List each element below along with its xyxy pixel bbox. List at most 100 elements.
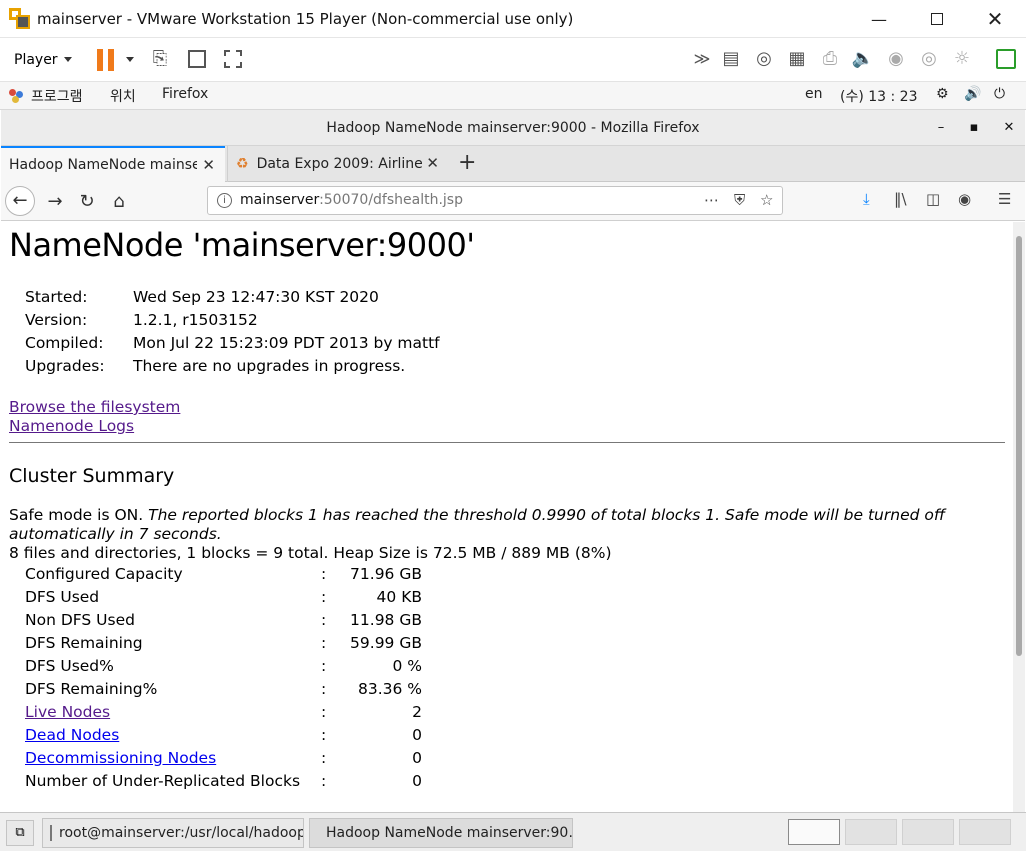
fullscreen-icon[interactable] [185,47,209,71]
sound-card-icon[interactable]: 🔈 [851,47,875,71]
navigation-toolbar: ← → ↻ ⌂ i mainserver:50070/dfshealth.jsp… [1,182,1025,221]
workspace-4[interactable] [959,819,1011,845]
sidebar-icon[interactable]: ◫ [926,190,940,208]
close-icon[interactable]: ✕ [966,0,1024,38]
page-content: NameNode 'mainserver:9000' Started: Wed … [1,222,1013,812]
browse-filesystem-link[interactable]: Browse the filesystem [9,398,180,416]
pause-dropdown-icon[interactable] [126,57,134,62]
summary-value: 0 [412,726,422,744]
summary-colon: : [321,657,327,675]
applications-icon [9,89,23,103]
info-key: Compiled: [25,334,104,352]
tab-close-icon[interactable]: ✕ [426,154,439,172]
hard-disk-icon[interactable]: ▤ [719,47,743,71]
forward-arrows-icon[interactable]: ≫ [690,47,714,71]
summary-row: Decommissioning Nodes: 0 [25,749,435,772]
info-value: 1.2.1, r1503152 [133,311,258,329]
forward-arrow-icon[interactable]: → [41,188,69,216]
taskbar-firefox-label: Hadoop NameNode mainserver:90… [326,825,573,841]
info-value: There are no upgrades in progress. [133,357,406,375]
volume-icon[interactable]: 🔊 [964,86,981,102]
site-info-icon[interactable]: i [217,193,232,208]
downloads-icon[interactable]: ⤓ [863,190,870,208]
ff-close-icon[interactable]: ✕ [999,110,1019,146]
scrollbar-thumb[interactable] [1016,236,1022,656]
tab-data-expo[interactable]: ♻ Data Expo 2009: Airline o ✕ [227,146,449,182]
menu-places[interactable]: 위치 [110,86,136,106]
menu-icon[interactable]: ☰ [998,190,1011,208]
info-key: Upgrades: [25,357,105,375]
info-key: Version: [25,311,88,329]
library-icon[interactable]: ‖\ [894,190,907,208]
power-icon[interactable]: ⏻ [994,86,1005,102]
usb-icon[interactable]: ◎ [917,47,941,71]
printer-icon[interactable]: ⎙ [818,47,842,71]
account-icon[interactable]: ◉ [958,190,971,208]
bookmark-star-icon[interactable]: ☆ [760,191,773,209]
network-icon[interactable]: ⚙ [936,86,949,102]
summary-link[interactable]: Dead Nodes [25,726,119,744]
summary-key-cell: DFS Remaining [25,634,143,652]
summary-key-cell: DFS Used [25,588,99,606]
unity-icon[interactable] [221,47,245,71]
notes-icon[interactable] [994,47,1018,71]
taskbar-terminal-button[interactable]: root@mainserver:/usr/local/hadoop… [42,818,304,848]
show-desktop-icon[interactable]: ⧉ [6,820,34,846]
menu-active-app[interactable]: Firefox [162,86,208,102]
reload-icon[interactable]: ↻ [73,188,101,216]
new-tab-icon[interactable]: + [458,150,476,175]
home-icon[interactable]: ⌂ [105,188,133,216]
summary-row: Number of Under-Replicated Blocks: 0 [25,772,435,795]
summary-key-cell: Dead Nodes [25,726,119,744]
cluster-summary-heading: Cluster Summary [9,465,175,487]
summary-key-cell: Non DFS Used [25,611,135,629]
tab-strip: Hadoop NameNode mainserv ✕ ♻ Data Expo 2… [1,146,1025,182]
taskbar: ⧉ root@mainserver:/usr/local/hadoop… Had… [0,812,1026,851]
safe-mode-detail: The reported blocks 1 has reached the th… [9,506,946,543]
summary-value: 2 [412,703,422,721]
cd-rom-icon[interactable]: ◎ [752,47,776,71]
camera-icon[interactable]: ◉ [884,47,908,71]
summary-row: DFS Used%: 0 % [25,657,435,680]
terminal-icon [50,825,52,841]
vmware-title-bar: mainserver - VMware Workstation 15 Playe… [0,0,1026,38]
page-actions-icon[interactable]: ⋯ [704,191,719,209]
page-title: NameNode 'mainserver:9000' [9,226,475,264]
back-arrow-icon[interactable]: ← [5,186,35,216]
taskbar-firefox-button[interactable]: Hadoop NameNode mainserver:90… [309,818,573,848]
language-indicator[interactable]: en [805,86,823,102]
gnome-top-bar: 프로그램 위치 Firefox en (수) 13 : 23 ⚙ 🔊 ⏻ [0,82,1026,110]
minimize-icon[interactable]: — [850,0,908,38]
files-summary: 8 files and directories, 1 blocks = 9 to… [9,544,612,562]
pocket-icon[interactable]: ⛨ [734,191,745,209]
summary-key-cell: DFS Used% [25,657,114,675]
ff-maximize-icon[interactable]: ▪ [964,110,984,146]
summary-key: Number of Under-Replicated Blocks [25,772,301,790]
summary-key: Configured Capacity [25,565,183,583]
summary-link[interactable]: Live Nodes [25,703,110,721]
clock[interactable]: (수) 13 : 23 [840,86,918,106]
workspace-3[interactable] [902,819,954,845]
send-ctrl-alt-del-icon[interactable]: ⎘ [148,47,172,71]
tab-hadoop-namenode[interactable]: Hadoop NameNode mainserv ✕ [1,146,225,182]
summary-row: DFS Used: 40 KB [25,588,435,611]
url-text[interactable]: mainserver:50070/dfshealth.jsp [240,192,463,208]
pause-icon[interactable] [97,49,115,71]
summary-row: DFS Remaining%: 83.36 % [25,680,435,703]
bluetooth-icon[interactable]: ☼ [950,47,974,71]
info-value: Mon Jul 22 15:23:09 PDT 2013 by mattf [133,334,440,352]
tab-close-icon[interactable]: ✕ [202,156,215,174]
tab-favicon-icon: ♻ [236,156,249,172]
url-bar[interactable]: i mainserver:50070/dfshealth.jsp ⋯ ⛨ ☆ [207,186,783,215]
workspace-1[interactable] [788,819,840,845]
player-menu-label: Player [14,51,58,68]
namenode-logs-link[interactable]: Namenode Logs [9,417,134,435]
maximize-icon[interactable] [908,0,966,38]
ff-minimize-icon[interactable]: – [931,110,951,146]
vertical-scrollbar[interactable] [1013,222,1025,812]
workspace-2[interactable] [845,819,897,845]
player-menu-button[interactable]: Player [14,52,72,68]
summary-link[interactable]: Decommissioning Nodes [25,749,216,767]
menu-applications[interactable]: 프로그램 [31,86,83,106]
network-adapter-icon[interactable]: ▦ [785,47,809,71]
